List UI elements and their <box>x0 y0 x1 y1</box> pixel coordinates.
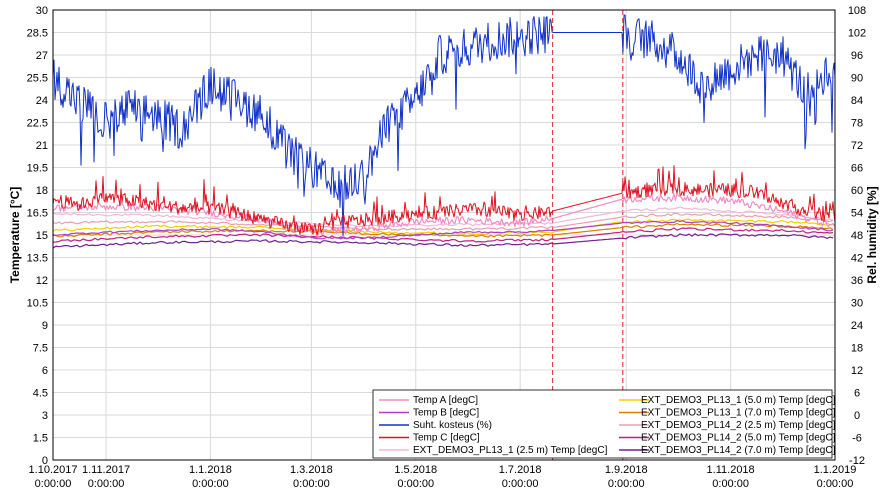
y-ticks: 01.534.567.5910.51213.51516.51819.52122.… <box>27 5 48 467</box>
legend-entry: Temp B [degC] <box>413 408 479 419</box>
x-tick-date: 1.7.2018 <box>499 464 542 476</box>
x-tick-time: 0:00:00 <box>608 478 645 490</box>
y2-tick-label: 66 <box>851 163 863 175</box>
x-tick-time: 0:00:00 <box>88 478 125 490</box>
y2-tick-label: 84 <box>851 95 863 107</box>
y-tick-label: 6 <box>42 365 48 377</box>
y2-tick-label: 102 <box>848 28 866 40</box>
y-tick-label: 10.5 <box>27 298 48 310</box>
y2-tick-label: 0 <box>854 410 860 422</box>
x-tick-date: 1.1.2018 <box>189 464 232 476</box>
legend-entry: EXT_DEMO3_PL13_1 (7.0 m) Temp [degC] <box>641 408 836 419</box>
x-ticks: 1.10.2017 0:00:00 1.11.2017 0:00:00 1.1.2018… <box>29 464 857 490</box>
y-tick-label: 28.5 <box>27 28 48 40</box>
y2-tick-label: 78 <box>851 118 863 130</box>
x-tick-time: 0:00:00 <box>293 478 330 490</box>
legend-entry: Suht. kosteus (%) <box>413 420 492 431</box>
y2-tick-label: -6 <box>852 433 862 445</box>
y2-tick-label: 72 <box>851 140 863 152</box>
y-tick-label: 30 <box>36 5 48 17</box>
x-tick-date: 1.1.2019 <box>814 464 857 476</box>
x-tick-date: 1.11.2017 <box>82 464 130 476</box>
y-tick-label: 25.5 <box>27 73 48 85</box>
legend-entry: EXT_DEMO3_PL13_1 (5.0 m) Temp [degC] <box>641 395 836 406</box>
y-tick-label: 1.5 <box>33 433 48 445</box>
y2-tick-label: 48 <box>851 230 863 242</box>
y-tick-label: 22.5 <box>27 118 48 130</box>
x-tick-date: 1.10.2017 <box>29 464 78 476</box>
y2-tick-label: 36 <box>851 275 863 287</box>
y-tick-label: 7.5 <box>33 343 48 355</box>
x-tick-date: 1.5.2018 <box>394 464 437 476</box>
x-tick-time: 0:00:00 <box>502 478 539 490</box>
legend-entry: Temp A [degC] <box>413 395 478 406</box>
y-tick-label: 24 <box>36 95 48 107</box>
x-tick-date: 1.11.2018 <box>707 464 755 476</box>
y-tick-label: 13.5 <box>27 253 48 265</box>
legend-entry: EXT_DEMO3_PL14_2 (2.5 m) Temp [degC] <box>641 420 836 431</box>
y-tick-label: 18 <box>36 185 48 197</box>
y2-tick-label: 108 <box>848 5 866 17</box>
y-tick-label: 19.5 <box>27 163 48 175</box>
y-tick-label: 16.5 <box>27 208 48 220</box>
x-tick-date: 1.3.2018 <box>290 464 333 476</box>
y-tick-label: 3 <box>42 410 48 422</box>
legend-entry: EXT_DEMO3_PL14_2 (5.0 m) Temp [degC] <box>641 433 836 444</box>
legend-entry: Temp C [degC] <box>413 433 480 444</box>
y2-axis-title: Rel. humidity [%] <box>865 186 879 283</box>
y-tick-label: 21 <box>36 140 48 152</box>
y-tick-label: 15 <box>36 230 48 242</box>
x-tick-time: 0:00:00 <box>397 478 434 490</box>
legend: Temp A [degC] Temp B [degC]Suht. kosteus … <box>372 389 836 459</box>
x-tick-time: 0:00:00 <box>817 478 854 490</box>
y-tick-label: 12 <box>36 275 48 287</box>
y2-tick-label: 30 <box>851 298 863 310</box>
x-tick-time: 0:00:00 <box>192 478 229 490</box>
y-tick-label: 27 <box>36 50 48 62</box>
y2-tick-label: 60 <box>851 185 863 197</box>
legend-entry: EXT_DEMO3_PL13_1 (2.5 m) Temp [degC] <box>413 445 608 456</box>
y2-ticks: -12-606121824303642485460667278849096102… <box>848 5 866 467</box>
y-axis-title: Temperature [°C] <box>8 187 22 284</box>
y2-tick-label: 12 <box>851 365 863 377</box>
y2-tick-label: 90 <box>851 73 863 85</box>
x-tick-time: 0:00:00 <box>35 478 72 490</box>
y2-tick-label: 54 <box>851 208 863 220</box>
y2-tick-label: 6 <box>854 388 860 400</box>
y2-tick-label: 42 <box>851 253 863 265</box>
y2-tick-label: 18 <box>851 343 863 355</box>
y-tick-label: 9 <box>42 320 48 332</box>
y2-tick-label: 24 <box>851 320 863 332</box>
chart: 0 1.5 3 4.5 6 7.5 9 10.5 12 13.5 15 16.5 18 19.5 21 22.… <box>8 5 879 490</box>
y2-tick-label: 96 <box>851 50 863 62</box>
x-tick-time: 0:00:00 <box>712 478 749 490</box>
y-tick-label: 4.5 <box>33 388 48 400</box>
legend-entry: EXT_DEMO3_PL14_2 (7.0 m) Temp [degC] <box>641 445 836 456</box>
x-tick-date: 1.9.2018 <box>605 464 648 476</box>
